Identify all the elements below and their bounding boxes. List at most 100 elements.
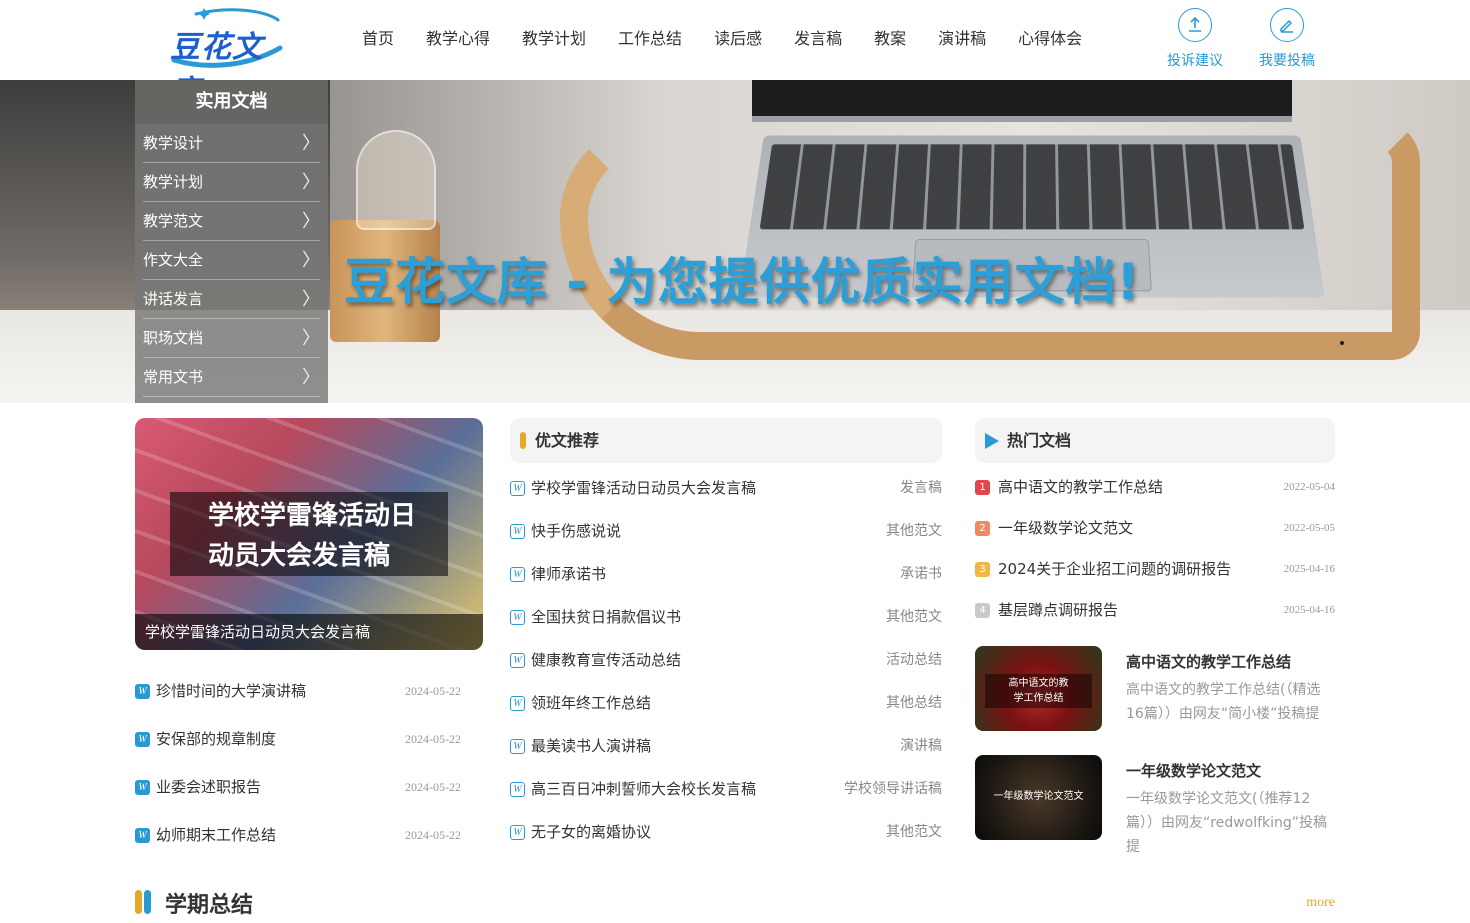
site-logo[interactable]: 豆花文库 <box>168 8 284 70</box>
list-item-category[interactable]: 其他范文 <box>886 811 942 854</box>
list-item-title[interactable]: 健康教育宣传活动总结 <box>531 651 681 669</box>
chevron-right-icon: 〉 <box>302 124 320 163</box>
list-item-title[interactable]: 无子女的离婚协议 <box>531 823 651 841</box>
word-doc-icon: W <box>510 739 525 754</box>
list-item[interactable]: W 珍惜时间的大学演讲稿 2024-05-22 <box>135 670 461 718</box>
nav-home[interactable]: 首页 <box>362 28 394 50</box>
carousel-dot[interactable] <box>1340 341 1344 345</box>
list-item-title[interactable]: 基层蹲点调研报告 <box>998 601 1118 619</box>
chevron-right-icon: 〉 <box>302 163 320 202</box>
list-item[interactable]: W 高三百日冲刺誓师大会校长发言稿 学校领导讲话稿 <box>510 768 942 811</box>
list-item-category[interactable]: 其他范文 <box>886 596 942 639</box>
nav-lesson-plan[interactable]: 教案 <box>874 28 906 50</box>
list-item-title[interactable]: 一年级数学论文范文 <box>998 519 1133 537</box>
list-item[interactable]: W 学校学雷锋活动日动员大会发言稿 发言稿 <box>510 467 942 510</box>
list-item-category[interactable]: 承诺书 <box>900 553 942 596</box>
word-doc-icon: W <box>510 653 525 668</box>
list-item-title[interactable]: 业委会述职报告 <box>156 778 261 796</box>
category-item-teaching-design[interactable]: 教学设计 〉 <box>143 124 320 163</box>
list-item[interactable]: W 快手伤感说说 其他范文 <box>510 510 942 553</box>
list-item[interactable]: 3 2024关于企业招工问题的调研报告 2025-04-16 <box>975 549 1335 590</box>
category-menu: 实用文档 教学设计〉 教学计划〉 教学范文〉 作文大全〉 讲话发言〉 职场文档〉… <box>135 80 328 403</box>
list-item-title[interactable]: 全国扶贫日捐款倡议书 <box>531 608 681 626</box>
list-item-category[interactable]: 发言稿 <box>900 467 942 510</box>
word-doc-icon: W <box>135 732 150 747</box>
hot-card-title[interactable]: 高中语文的教学工作总结 <box>1126 650 1335 674</box>
list-item-date: 2022-05-05 <box>1284 508 1335 549</box>
word-doc-icon: W <box>510 782 525 797</box>
list-item-title[interactable]: 领班年终工作总结 <box>531 694 651 712</box>
list-item-title[interactable]: 最美读书人演讲稿 <box>531 737 651 755</box>
hot-card-title[interactable]: 一年级数学论文范文 <box>1126 759 1335 783</box>
list-item-title[interactable]: 安保部的规章制度 <box>156 730 276 748</box>
hot-card-thumb-caption: 一年级数学论文范文 <box>985 789 1092 804</box>
category-item-teaching-plan[interactable]: 教学计划 〉 <box>143 163 320 202</box>
featured-overlay: 学校学雷锋活动日 动员大会发言稿 <box>170 492 448 576</box>
list-item[interactable]: 4 基层蹲点调研报告 2025-04-16 <box>975 590 1335 631</box>
list-item-title[interactable]: 2024关于企业招工问题的调研报告 <box>998 560 1231 578</box>
hot-card-thumbnail[interactable]: 一年级数学论文范文 <box>975 755 1102 840</box>
nav-speech[interactable]: 演讲稿 <box>938 28 986 50</box>
list-item[interactable]: W 幼师期末工作总结 2024-05-22 <box>135 814 461 862</box>
hot-card-thumb-caption: 高中语文的教 学工作总结 <box>985 674 1092 708</box>
category-item-teaching-samples[interactable]: 教学范文 〉 <box>143 202 320 241</box>
list-item-category[interactable]: 其他总结 <box>886 682 942 725</box>
list-item[interactable]: W 最美读书人演讲稿 演讲稿 <box>510 725 942 768</box>
hot-card-desc: 一年级数学论文范文(（推荐12 篇））由网友“redwolfking”投稿提 <box>1126 787 1335 859</box>
hot-card-desc: 高中语文的教学工作总结(（精选 16篇））由网友“简小楼”投稿提 <box>1126 678 1335 726</box>
list-item-title[interactable]: 律师承诺书 <box>531 565 606 583</box>
list-item-date: 2022-05-04 <box>1284 467 1335 508</box>
word-doc-icon: W <box>510 481 525 496</box>
list-item-title[interactable]: 学校学雷锋活动日动员大会发言稿 <box>531 479 756 497</box>
list-item-category[interactable]: 演讲稿 <box>900 725 942 768</box>
complaint-button[interactable]: 投诉建议 <box>1155 8 1235 70</box>
category-item-speeches[interactable]: 讲话发言 〉 <box>143 280 320 319</box>
list-item[interactable]: 1 高中语文的教学工作总结 2022-05-04 <box>975 467 1335 508</box>
nav-teaching-plan[interactable]: 教学计划 <box>522 28 586 50</box>
nav-work-summary[interactable]: 工作总结 <box>618 28 682 50</box>
category-item-common-docs[interactable]: 常用文书 〉 <box>143 358 320 397</box>
nav-speech-draft[interactable]: 发言稿 <box>794 28 842 50</box>
list-item[interactable]: W 领班年终工作总结 其他总结 <box>510 682 942 725</box>
more-link[interactable]: more <box>1306 895 1335 911</box>
section-marker-icon <box>520 432 526 449</box>
list-item-title[interactable]: 幼师期末工作总结 <box>156 826 276 844</box>
list-item[interactable]: W 安保部的规章制度 2024-05-22 <box>135 718 461 766</box>
list-item[interactable]: W 健康教育宣传活动总结 活动总结 <box>510 639 942 682</box>
hot-card-desc-line2: 16篇））由网友“简小楼”投稿提 <box>1126 702 1335 726</box>
category-item-essays[interactable]: 作文大全 〉 <box>143 241 320 280</box>
list-item-category[interactable]: 学校领导讲话稿 <box>844 768 942 811</box>
list-item-category[interactable]: 其他范文 <box>886 510 942 553</box>
hot-card[interactable]: 一年级数学论文范文 一年级数学论文范文 一年级数学论文范文(（推荐12 篇））由… <box>975 755 1335 841</box>
category-item-workplace[interactable]: 职场文档 〉 <box>143 319 320 358</box>
recommended-header: 优文推荐 <box>510 418 942 463</box>
main-nav: 首页 教学心得 教学计划 工作总结 读后感 发言稿 教案 演讲稿 心得体会 <box>346 28 1114 50</box>
hot-card-info: 一年级数学论文范文 一年级数学论文范文(（推荐12 篇））由网友“redwolf… <box>1126 759 1335 859</box>
featured-article-card[interactable]: 学校学雷锋活动日 动员大会发言稿 学校学雷锋活动日动员大会发言稿 <box>135 418 483 650</box>
category-item-label: 职场文档 <box>143 329 203 347</box>
submit-article-button[interactable]: 我要投稿 <box>1247 8 1327 70</box>
hot-card-thumb-line2: 学工作总结 <box>985 691 1092 706</box>
list-item-title[interactable]: 高三百日冲刺誓师大会校长发言稿 <box>531 780 756 798</box>
list-item-category[interactable]: 活动总结 <box>886 639 942 682</box>
hot-card[interactable]: 高中语文的教 学工作总结 高中语文的教学工作总结 高中语文的教学工作总结(（精选… <box>975 646 1335 732</box>
list-item[interactable]: W 律师承诺书 承诺书 <box>510 553 942 596</box>
list-item-title[interactable]: 高中语文的教学工作总结 <box>998 478 1163 496</box>
category-item-label: 作文大全 <box>143 251 203 269</box>
nav-book-review[interactable]: 读后感 <box>714 28 762 50</box>
rank-badge: 3 <box>975 562 990 577</box>
list-item[interactable]: 2 一年级数学论文范文 2022-05-05 <box>975 508 1335 549</box>
list-item[interactable]: W 业委会述职报告 2024-05-22 <box>135 766 461 814</box>
hot-card-thumbnail[interactable]: 高中语文的教 学工作总结 <box>975 646 1102 731</box>
list-item-title[interactable]: 珍惜时间的大学演讲稿 <box>156 682 306 700</box>
hot-header: 热门文档 <box>975 418 1335 463</box>
list-item-date: 2025-04-16 <box>1284 549 1335 590</box>
hot-card-desc-line1: 一年级数学论文范文(（推荐12 <box>1126 787 1335 811</box>
hot-title: 热门文档 <box>1007 418 1071 463</box>
term-summary-title: 学期总结 <box>165 887 253 919</box>
nav-reflections[interactable]: 心得体会 <box>1018 28 1082 50</box>
list-item-title[interactable]: 快手伤感说说 <box>531 522 621 540</box>
list-item[interactable]: W 全国扶贫日捐款倡议书 其他范文 <box>510 596 942 639</box>
nav-teaching-experience[interactable]: 教学心得 <box>426 28 490 50</box>
list-item[interactable]: W 无子女的离婚协议 其他范文 <box>510 811 942 854</box>
